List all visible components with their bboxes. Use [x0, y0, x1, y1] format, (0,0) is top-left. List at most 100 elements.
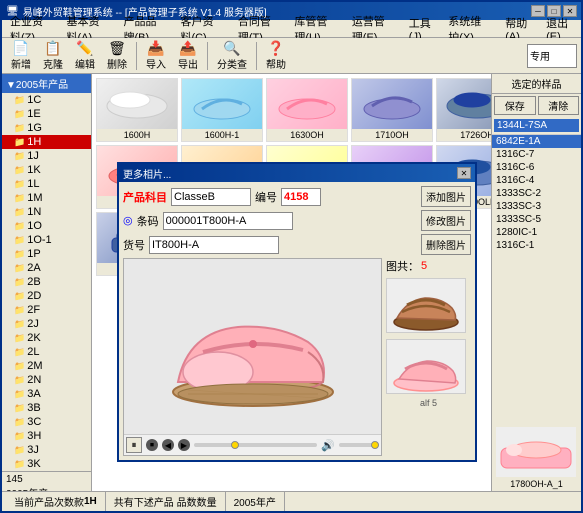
sidebar-item-2j[interactable]: 📁2J	[2, 317, 91, 331]
sidebar-item-3a[interactable]: 📁3A	[2, 387, 91, 401]
product-1600h1[interactable]: 1600H-1	[181, 78, 263, 142]
modal-row-barcode: ◎ 条码 000001T800H-A 修改图片	[123, 210, 471, 231]
sidebar-item-1o[interactable]: 📁1O	[2, 219, 91, 233]
help-icon: ❓	[266, 40, 286, 56]
toolbar-separator2	[207, 42, 208, 70]
sidebar-item-2k[interactable]: 📁2K	[2, 331, 91, 345]
delete-icon: 🗑	[107, 40, 127, 56]
right-list-item-1316c4[interactable]: 1316C-4	[492, 174, 581, 187]
photo-count-area: 图共： 5	[386, 258, 471, 274]
sidebar-item-1c[interactable]: 📁1C	[2, 93, 91, 107]
modal-title-bar: 更多相片... ✕	[119, 164, 475, 182]
right-list-item-1333sc2[interactable]: 1333SC-2	[492, 187, 581, 200]
item-input[interactable]: IT800H-A	[149, 236, 279, 254]
right-list-item-1333sc3[interactable]: 1333SC-3	[492, 200, 581, 213]
add-photo-button[interactable]: 添加图片	[421, 186, 471, 207]
class-input[interactable]: ClasseB	[171, 188, 251, 206]
clone-button[interactable]: 📋 克隆	[38, 37, 68, 74]
sidebar-item-1e[interactable]: 📁1E	[2, 107, 91, 121]
sidebar-item-1j[interactable]: 📁1J	[2, 149, 91, 163]
import-button[interactable]: 📥 导入	[141, 37, 171, 74]
right-list-item-1316c7[interactable]: 1316C-7	[492, 148, 581, 161]
modal-more-photos: 更多相片... ✕ 产品科目 ClasseB 编号 4158 添加图片 ◎ 条码…	[117, 162, 477, 462]
toolbar-separator	[136, 42, 137, 70]
volume-handle[interactable]	[371, 441, 379, 449]
sidebar-item-1m[interactable]: 📁1M	[2, 191, 91, 205]
modal-small-photo2[interactable]	[386, 339, 466, 394]
toolbar-separator3	[256, 42, 257, 70]
sidebar-item-2l[interactable]: 📁2L	[2, 345, 91, 359]
edit-button[interactable]: ✏️ 编辑	[70, 37, 100, 74]
sidebar-item-2m[interactable]: 📁2M	[2, 359, 91, 373]
modal-title-text: 更多相片...	[123, 166, 171, 181]
clear-sample-button[interactable]: 清除	[538, 96, 580, 115]
category-input[interactable]: 专用	[527, 44, 577, 68]
sidebar-item-3b[interactable]: 📁3B	[2, 401, 91, 415]
pause-button[interactable]: ⏸	[126, 437, 142, 453]
product-1630oh[interactable]: 1630OH	[266, 78, 348, 142]
right-small-image-area: 1780OH-A_1	[492, 423, 581, 491]
sidebar-item-2d[interactable]: 📁2D	[2, 289, 91, 303]
right-list-header: 1344L-7SA	[492, 117, 581, 135]
sidebar-item-2b[interactable]: 📁2B	[2, 275, 91, 289]
product-label: 产品科目	[123, 189, 167, 205]
right-list-item-1280ic1[interactable]: 1280IC-1	[492, 226, 581, 239]
progress-handle[interactable]	[231, 441, 239, 449]
modal-main-area: ⏸ ⏹ ◀ ▶ 🔊	[123, 258, 471, 456]
modal-action-buttons: 添加图片	[421, 186, 471, 207]
import-icon: 📥	[146, 40, 166, 56]
modal-row-itemno: 货号 IT800H-A 删除图片	[123, 234, 471, 255]
number-input[interactable]: 4158	[281, 188, 321, 206]
sidebar: ▼2005年产品 📁1C 📁1E 📁1G 📁1H 📁1J 📁1K 📁1L 📁1M…	[2, 74, 92, 491]
prev-button[interactable]: ◀	[162, 439, 174, 451]
modal-row-class: 产品科目 ClasseB 编号 4158 添加图片	[123, 186, 471, 207]
sidebar-item-3c[interactable]: 📁3C	[2, 415, 91, 429]
product-1726oh[interactable]: 1726OH	[436, 78, 491, 142]
sidebar-item-3k[interactable]: 📁3K	[2, 457, 91, 471]
category-area: 专用	[527, 44, 577, 68]
edit-photo-button[interactable]: 修改图片	[421, 210, 471, 231]
toolbar: 📄 新增 📋 克隆 ✏️ 编辑 🗑 删除 📥 导入 📤 导出 🔍 分类查	[2, 38, 581, 74]
progress-slider[interactable]	[194, 443, 317, 447]
delete-photo-button[interactable]: 删除图片	[421, 234, 471, 255]
menu-bar: 企业资料(Z) 基本资料(A) 产品品牌(B) 客户资料(C) 合同管理(T) …	[2, 20, 581, 38]
help-button[interactable]: ❓ 帮助	[261, 37, 291, 74]
export-button[interactable]: 📤 导出	[173, 37, 203, 74]
sidebar-item-1h[interactable]: 📁1H	[2, 135, 91, 149]
product-1710oh[interactable]: 1710OH	[351, 78, 433, 142]
barcode-input[interactable]: 000001T800H-A	[163, 212, 293, 230]
sidebar-item-2f[interactable]: 📁2F	[2, 303, 91, 317]
sidebar-item-3h[interactable]: 📁3H	[2, 429, 91, 443]
save-sample-button[interactable]: 保存	[494, 96, 536, 115]
new-button[interactable]: 📄 新增	[6, 37, 36, 74]
right-list-item-1333sc5[interactable]: 1333SC-5	[492, 213, 581, 226]
sidebar-item-2a[interactable]: 📁2A	[2, 261, 91, 275]
right-list-item-1316c1[interactable]: 1316C-1	[492, 239, 581, 252]
modal-small-photo[interactable]	[386, 278, 466, 333]
export-icon: 📤	[178, 40, 198, 56]
sidebar-item-3j[interactable]: 📁3J	[2, 443, 91, 457]
right-panel-header: 选定的样品	[492, 74, 581, 94]
next-button[interactable]: ▶	[178, 439, 190, 451]
status-item-2: 共有下述产品 品数数量	[106, 492, 226, 511]
status-bar: 当前产品次数款 1H 共有下述产品 品数数量 2005年产	[2, 491, 581, 511]
sidebar-item-2n[interactable]: 📁2N	[2, 373, 91, 387]
delete-button[interactable]: 🗑 删除	[102, 37, 132, 74]
sidebar-item-1l[interactable]: 📁1L	[2, 177, 91, 191]
sidebar-item-1g[interactable]: 📁1G	[2, 121, 91, 135]
volume-icon: 🔊	[321, 439, 335, 452]
product-1600h[interactable]: 1600H	[96, 78, 178, 142]
sidebar-item-1o1[interactable]: 📁1O-1	[2, 233, 91, 247]
right-list-item-6842e[interactable]: 6842E-1A	[492, 135, 581, 148]
status-year: 2005年产	[226, 492, 285, 511]
photo-count-label: 图共：	[386, 258, 419, 274]
sidebar-item-1p[interactable]: 📁1P	[2, 247, 91, 261]
filter-icon: 🔍	[222, 40, 242, 56]
sidebar-item-1n[interactable]: 📁1N	[2, 205, 91, 219]
right-list-item-1316c6[interactable]: 1316C-6	[492, 161, 581, 174]
modal-close-button[interactable]: ✕	[457, 167, 471, 179]
filter-button[interactable]: 🔍 分类查	[212, 37, 252, 74]
stop-button[interactable]: ⏹	[146, 439, 158, 451]
sidebar-item-1k[interactable]: 📁1K	[2, 163, 91, 177]
volume-slider[interactable]	[339, 443, 379, 447]
